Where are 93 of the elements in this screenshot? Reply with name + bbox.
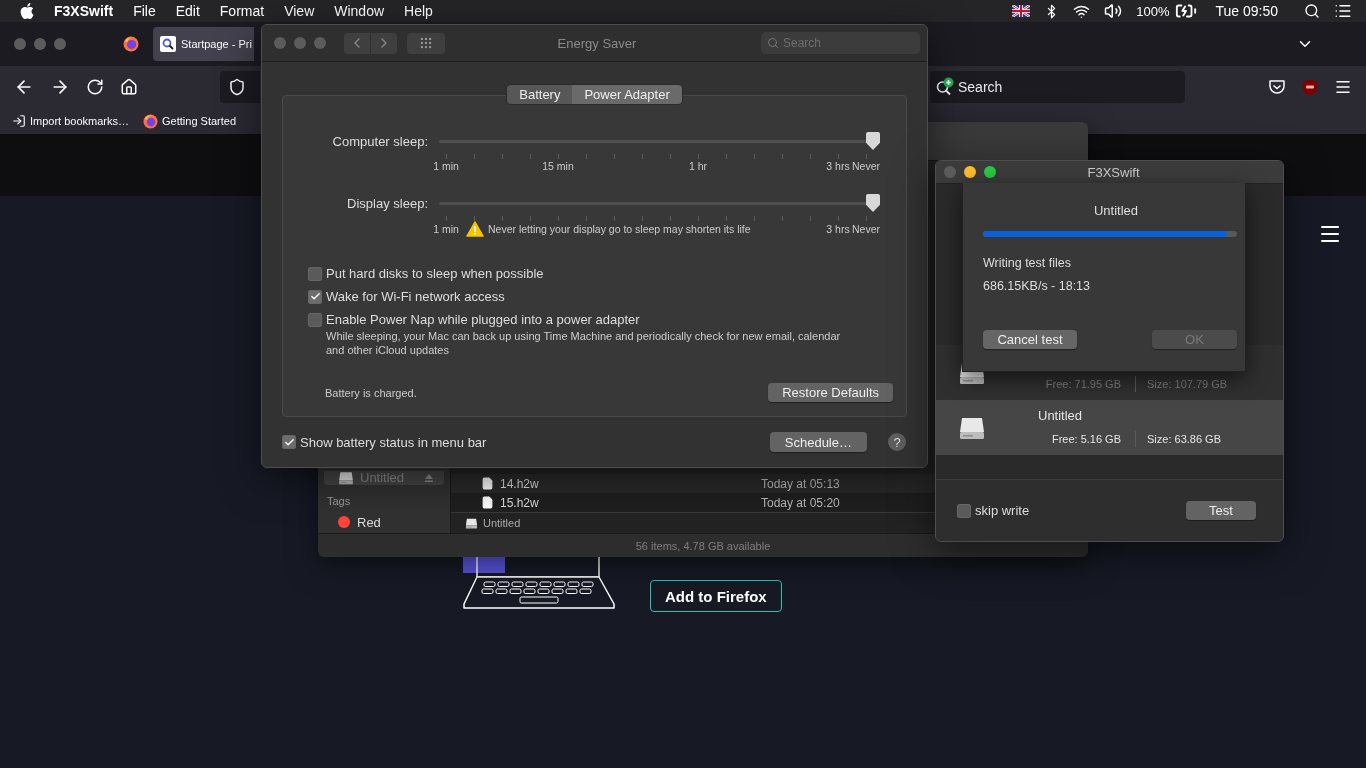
menu-item[interactable]: File: [123, 3, 166, 19]
browser-tab[interactable]: Startpage - Pri: [153, 27, 254, 61]
slider-thumb[interactable]: [866, 132, 880, 150]
restore-defaults-button[interactable]: Restore Defaults: [768, 383, 893, 402]
warning-text: Never letting your display go to sleep may shorten its life: [488, 223, 751, 235]
file-icon: [481, 496, 494, 509]
flag-icon[interactable]: [1012, 5, 1031, 17]
add-search-icon[interactable]: [935, 77, 955, 97]
disk-name: Untitled: [1037, 408, 1083, 423]
menu-item[interactable]: View: [274, 3, 325, 19]
firefox-icon[interactable]: [143, 113, 159, 129]
sidebar-heading: Tags: [326, 495, 352, 509]
slider-label: Computer sleep:: [332, 133, 428, 149]
volume-icon[interactable]: [1104, 2, 1123, 20]
checkbox[interactable]: [282, 435, 296, 449]
window-control-button[interactable]: [984, 166, 996, 178]
file-icon: [481, 477, 494, 490]
warning-icon: [466, 221, 484, 237]
window-control-button[interactable]: [964, 166, 976, 178]
scale-label: 3 hrs: [826, 223, 850, 235]
import-icon: [12, 114, 26, 128]
app-menu[interactable]: F3XSwift: [44, 3, 124, 19]
menu-item[interactable]: Format: [209, 3, 275, 19]
file-date: Today at 05:13: [761, 476, 841, 491]
scale-label: 3 hrs: [826, 160, 850, 172]
reload-icon[interactable]: [86, 78, 104, 96]
list-icon[interactable]: [1334, 2, 1352, 20]
battery-status-text: Battery is charged.: [325, 386, 417, 399]
help-button[interactable]: ?: [888, 433, 906, 451]
checkbox-label[interactable]: skip write: [975, 503, 1030, 518]
sheet-title: Untitled: [1093, 203, 1139, 218]
disk-row[interactable]: Untitled Free: 5.16 GB Size: 63.86 GB: [936, 400, 1283, 455]
magnifier-logo-icon: [160, 36, 176, 52]
search-field[interactable]: Search: [930, 71, 1185, 103]
free-space: Free: 71.95 GB: [1044, 378, 1121, 390]
tab[interactable]: Battery: [507, 85, 573, 104]
scale-label: 1 hr: [688, 160, 708, 172]
checkbox[interactable]: [957, 503, 971, 518]
drive-icon: [338, 470, 354, 486]
file-name[interactable]: 14.h2w: [500, 476, 539, 491]
show-all-button[interactable]: [407, 32, 445, 54]
option-description: While sleeping, your Mac can back up using Time Machine and periodically check for new email, calendar and other iCloud updates: [325, 329, 841, 357]
menu-item[interactable]: Edit: [165, 3, 210, 19]
home-icon[interactable]: [120, 78, 138, 96]
tag-label[interactable]: Red: [357, 514, 381, 530]
window-title: F3XSwift: [1087, 164, 1140, 180]
progress-status: Writing test files: [983, 256, 1071, 270]
checkbox-label[interactable]: Show battery status in menu bar: [300, 434, 487, 450]
status-text: 56 items, 4.78 GB available: [635, 539, 771, 552]
apple-icon[interactable]: [20, 3, 34, 19]
free-space: Free: 5.16 GB: [1050, 433, 1121, 445]
checkbox-label[interactable]: Put hard disks to sleep when possible: [326, 266, 544, 281]
checkbox[interactable]: [308, 312, 322, 327]
menu-item[interactable]: Help: [394, 3, 443, 19]
address-bar[interactable]: [220, 71, 260, 103]
search-icon[interactable]: [1304, 3, 1320, 19]
menu-bar-clock[interactable]: Tue 09:50: [1215, 3, 1278, 19]
checkbox-label[interactable]: Enable Power Nap while plugged into a power adapter: [326, 312, 640, 327]
scale-label: Never: [852, 223, 880, 235]
window-title: Energy Saver: [557, 35, 637, 51]
tab[interactable]: Power Adapter: [572, 85, 682, 104]
disk-size: Size: 63.86 GB: [1147, 433, 1221, 445]
checkbox[interactable]: [308, 289, 322, 304]
disk-size: Size: 107.79 GB: [1147, 378, 1228, 390]
bookmark-link[interactable]: Getting Started: [143, 113, 237, 129]
slider-label: Display sleep:: [347, 195, 428, 211]
scale-label: Never: [852, 160, 880, 172]
pocket-icon[interactable]: [1268, 79, 1286, 95]
file-date: Today at 05:20: [761, 495, 841, 510]
scale-label: 15 min: [542, 160, 574, 172]
path-item[interactable]: Untitled: [483, 517, 521, 529]
slider-thumb[interactable]: [866, 194, 880, 212]
search-icon: [767, 37, 779, 49]
scale-label: 1 min: [433, 160, 459, 172]
drive-icon: [465, 516, 478, 530]
menu-icon[interactable]: [1334, 78, 1352, 96]
schedule-button[interactable]: Schedule…: [769, 432, 867, 452]
cancel-test-button[interactable]: Cancel test: [983, 330, 1077, 349]
firefox-icon[interactable]: [123, 36, 139, 52]
menu-item[interactable]: Window: [324, 3, 395, 19]
shield-extension-icon[interactable]: [1302, 78, 1318, 96]
bookmark-link[interactable]: Import bookmarks…: [12, 114, 130, 128]
file-name[interactable]: 15.h2w: [500, 495, 539, 510]
battery-percentage[interactable]: 100%: [1136, 3, 1170, 19]
checkbox[interactable]: [308, 266, 322, 281]
checkbox-label[interactable]: Wake for Wi-Fi network access: [326, 289, 505, 304]
test-button[interactable]: Test: [1186, 501, 1256, 520]
add-to-firefox-button[interactable]: Add to Firefox: [650, 580, 782, 612]
scale-label: 1 min: [433, 223, 459, 235]
shield-icon[interactable]: [228, 78, 246, 96]
transfer-speed: 686.15KB/s - 18:13: [983, 279, 1091, 293]
grid-icon: [419, 36, 433, 50]
eject-icon[interactable]: [424, 473, 434, 483]
